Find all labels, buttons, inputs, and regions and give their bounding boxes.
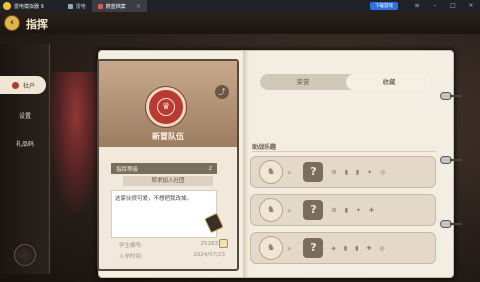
profile-dot-icon — [10, 80, 20, 90]
tab-honor[interactable]: 荣誉 — [260, 74, 346, 90]
binder-ring-rod — [450, 223, 462, 225]
sidebar: 社户 设置 礼品码 — [0, 44, 50, 274]
equipment-icons: ◈ ▮ ▮ ✚ ◎ — [331, 244, 388, 252]
menu-icon[interactable]: ≡ — [414, 3, 420, 9]
motto-field[interactable]: 这家伙很可爱，不想把我改掉。 — [111, 190, 217, 238]
sidebar-item-settings[interactable]: 设置 — [0, 106, 50, 124]
commander-level-label: 指挥等级 — [116, 166, 139, 173]
unknown-character-icon: ? — [303, 238, 324, 258]
back-button[interactable]: ‹ — [4, 15, 20, 31]
chevron-right-icon: ›› — [287, 167, 292, 177]
team-badge[interactable]: ♛ — [146, 87, 186, 127]
minimize-icon[interactable]: – — [432, 3, 438, 9]
student-id-row: 学生编号: 2528377 — [119, 241, 225, 249]
student-id-label: 学生编号: — [119, 243, 143, 249]
profile-card-header: ⤴ ♛ 新冒队伍 — [99, 61, 237, 147]
download-game-button[interactable]: 下载游戏 — [370, 2, 398, 10]
emulator-title-bar: 雷电模拟器 9 雷电 蔚蓝档案 × 下载游戏 ≡ – □ × — [0, 0, 480, 12]
equipment-icons: ⚙ ▮ ✦ ✚ — [331, 206, 377, 214]
join-time-row: 入学时间: 2024/07/23 — [119, 252, 225, 260]
commander-level-value: 2 — [208, 165, 213, 172]
emulator-tab-label: 蔚蓝档案 — [105, 3, 126, 10]
knight-icon: ♞ — [259, 198, 283, 222]
share-icon[interactable]: ⤴ — [215, 85, 229, 99]
join-time-value: 2024/07/23 — [193, 252, 225, 258]
page-title: 指挥 — [26, 18, 48, 31]
close-window-icon[interactable]: × — [468, 3, 474, 9]
emulator-app-name: 雷电模拟器 9 — [14, 3, 44, 10]
section-divider — [252, 151, 436, 152]
support-slot[interactable]: ♞ ›› ? ⚙ ▮ ✦ ✚ — [250, 194, 436, 226]
support-section-title: 助战乐趣 — [252, 144, 277, 151]
sidebar-item-profile[interactable]: 社户 — [0, 76, 46, 94]
copy-icon[interactable] — [219, 239, 228, 248]
support-slot[interactable]: ♞ ›› ? ◈ ▮ ▮ ✚ ◎ — [250, 232, 436, 264]
crown-icon: ♛ — [157, 98, 175, 116]
equipment-icons: ⚙ ▮ ▮ ✦ ◎ — [331, 168, 389, 176]
join-club-button[interactable]: 转求加入社团 — [123, 176, 213, 186]
character-art — [50, 72, 102, 212]
sidebar-item-label: 社户 — [22, 82, 35, 90]
tab-bar: 荣誉 收藏 — [260, 74, 432, 90]
game-top-bar: ‹ 指挥 — [0, 12, 480, 34]
game-icon — [97, 3, 103, 9]
knight-icon: ♞ — [259, 236, 283, 260]
team-name: 新冒队伍 — [152, 132, 184, 141]
binder-ring-rod — [450, 159, 462, 161]
commander-level-row: 指挥等级 2 — [111, 163, 217, 174]
emblem-icon — [14, 244, 36, 266]
emulator-logo-icon — [3, 2, 11, 10]
unknown-character-icon: ? — [303, 200, 324, 220]
tab-collection[interactable]: 收藏 — [346, 74, 432, 90]
sidebar-item-label: 设置 — [18, 112, 31, 120]
home-icon — [67, 3, 73, 9]
sidebar-item-label: 礼品码 — [15, 140, 34, 148]
emulator-tab-home[interactable]: 雷电 — [62, 0, 92, 12]
chevron-right-icon: ›› — [287, 205, 292, 215]
close-tab-icon[interactable]: × — [136, 3, 141, 10]
support-slot[interactable]: ♞ ›› ? ⚙ ▮ ▮ ✦ ◎ — [250, 156, 436, 188]
join-time-label: 入学时间: — [119, 254, 143, 260]
unknown-character-icon: ? — [303, 162, 324, 182]
binder-ring-rod — [450, 95, 462, 97]
emulator-tab-game[interactable]: 蔚蓝档案 × — [91, 0, 147, 12]
maximize-icon[interactable]: □ — [450, 3, 456, 9]
chevron-right-icon: ›› — [287, 243, 292, 253]
sidebar-item-gift-code[interactable]: 礼品码 — [0, 134, 50, 152]
game-viewport: ‹ 指挥 社户 设置 礼品码 ⤴ ♛ 新冒队伍 指挥等级 2 转求加入社团 这家… — [0, 12, 480, 282]
book-spine — [243, 51, 249, 277]
profile-card: ⤴ ♛ 新冒队伍 指挥等级 2 转求加入社团 这家伙很可爱，不想把我改掉。 学生… — [97, 59, 239, 271]
knight-icon: ♞ — [259, 160, 283, 184]
emulator-tab-label: 雷电 — [75, 3, 86, 10]
